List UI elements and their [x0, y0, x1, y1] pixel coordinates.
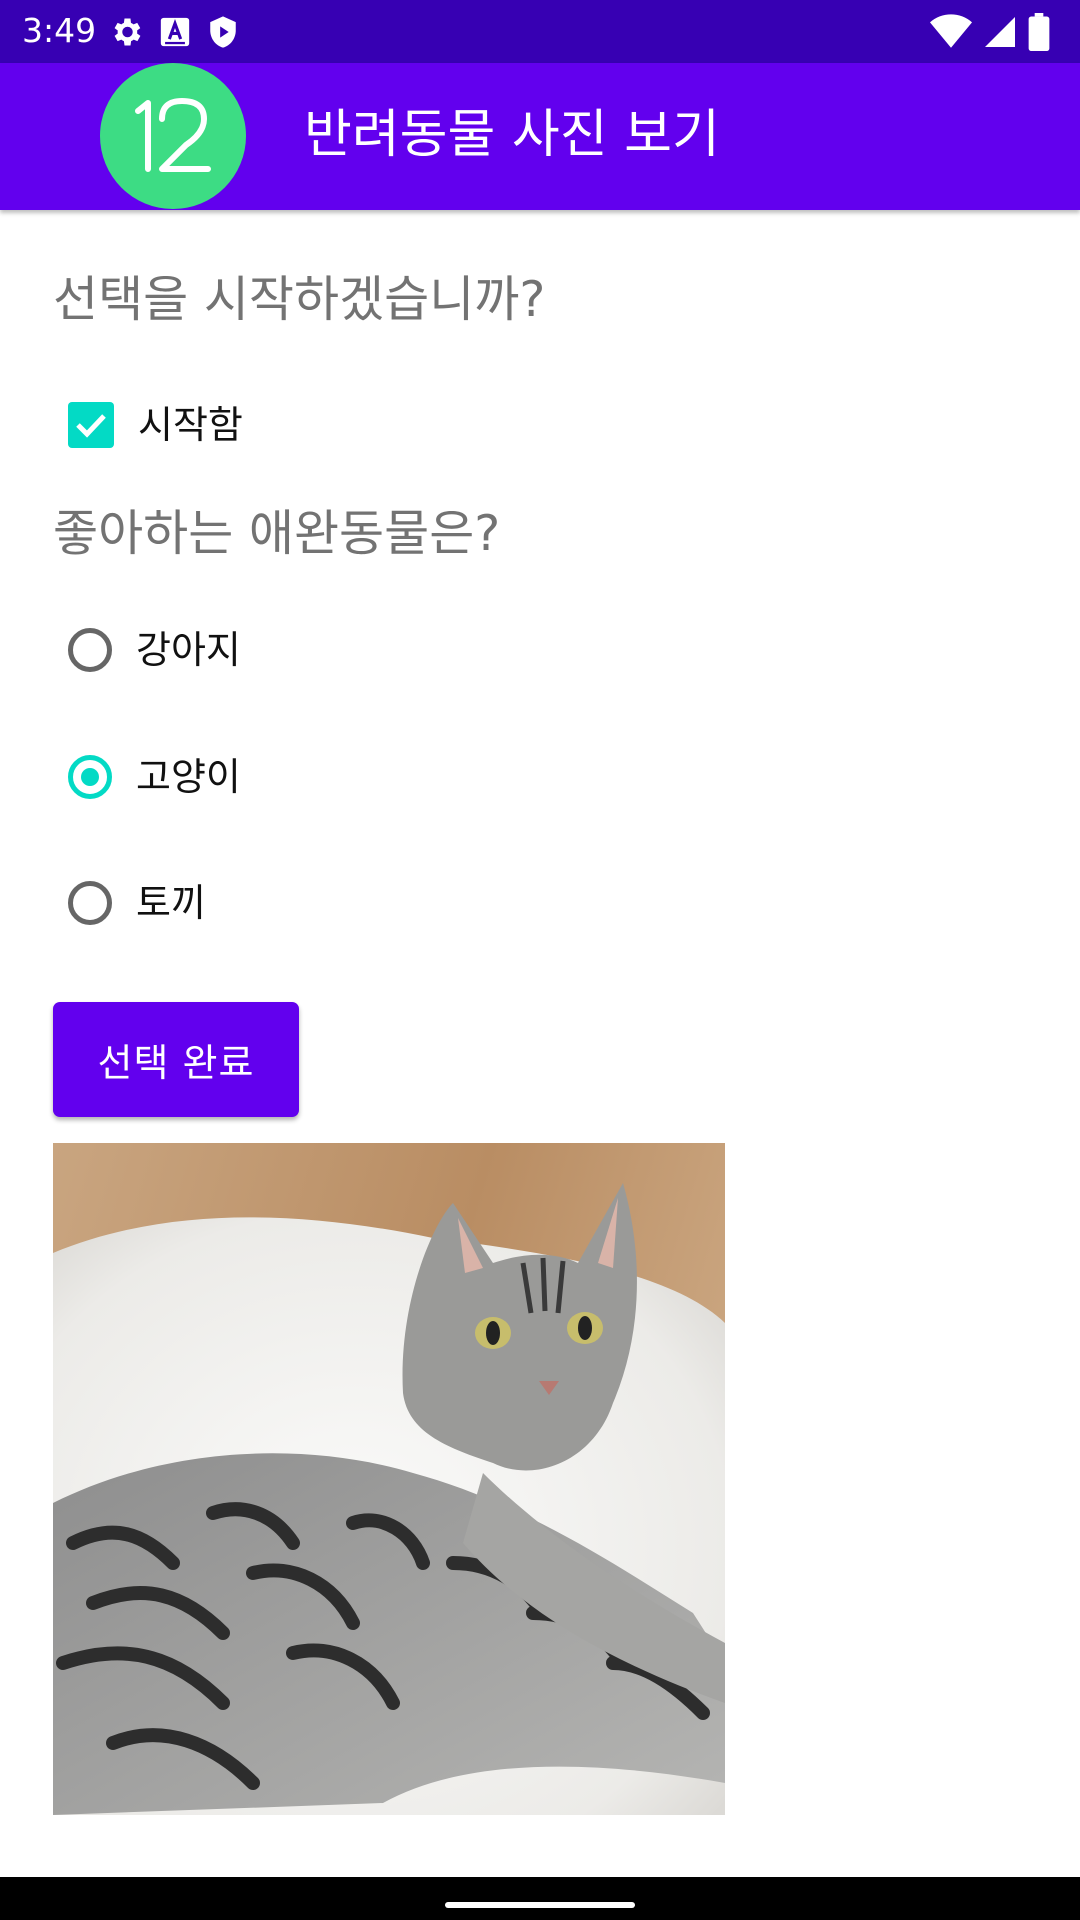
gear-icon	[114, 18, 141, 46]
submit-selection-button[interactable]: 선택 완료	[53, 1002, 299, 1117]
start-question-label: 선택을 시작하겠습니까?	[53, 271, 546, 328]
battery-icon	[1028, 13, 1050, 51]
status-icons-right	[930, 12, 1050, 52]
start-checkbox-label[interactable]: 시작함	[138, 400, 243, 450]
radio-selected-icon[interactable]	[68, 755, 112, 799]
radio-option-cat[interactable]: 고양이	[68, 747, 241, 807]
radio-label-dog[interactable]: 강아지	[136, 625, 241, 675]
app-title: 반려동물 사진 보기	[304, 105, 720, 165]
radio-option-dog[interactable]: 강아지	[68, 620, 241, 680]
navigation-bar	[0, 1877, 1080, 1920]
radio-label-cat[interactable]: 고양이	[136, 752, 241, 802]
status-bar: 3:49	[0, 0, 1080, 63]
shield-play-icon	[210, 16, 236, 48]
wifi-icon	[930, 14, 972, 48]
start-checkbox[interactable]: 시작함	[68, 395, 243, 455]
checkbox-checked-icon[interactable]	[68, 402, 114, 448]
radio-unselected-icon[interactable]	[68, 628, 112, 672]
pet-question-label: 좋아하는 애완동물은?	[53, 505, 501, 562]
radio-option-rabbit[interactable]: 토끼	[68, 873, 206, 933]
radio-unselected-icon[interactable]	[68, 881, 112, 925]
app-bar: 반려동물 사진 보기	[0, 63, 1080, 210]
status-time: 3:49	[22, 11, 97, 50]
status-icons-left	[108, 12, 240, 52]
home-gesture-handle[interactable]	[445, 1902, 635, 1908]
radio-label-rabbit[interactable]: 토끼	[136, 878, 206, 928]
font-a-icon	[160, 17, 190, 47]
pet-photo	[53, 1143, 725, 1815]
android-12-logo-icon	[100, 63, 246, 209]
cell-signal-icon	[985, 17, 1015, 47]
